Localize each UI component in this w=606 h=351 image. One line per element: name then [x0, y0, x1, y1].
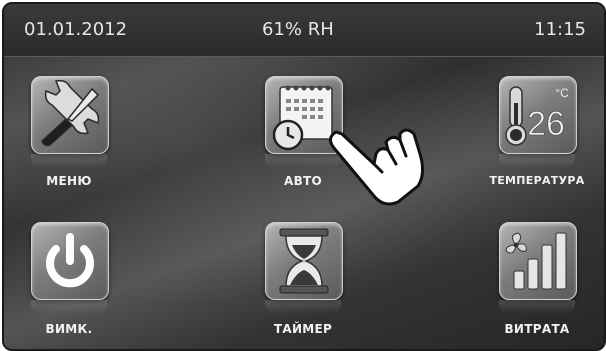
status-bar: 01.01.2012 61% RH 11:15 — [4, 4, 604, 57]
flow-button[interactable] — [499, 222, 577, 300]
status-humidity: 61% RH — [262, 19, 334, 40]
tools-icon — [41, 79, 100, 147]
temperature-label: ТЕМПЕРАТУРА — [489, 174, 585, 187]
device-screen: 01.01.2012 61% RH 11:15 МЕНЮ АВТО °C 26 … — [2, 2, 606, 351]
menu-label: МЕНЮ — [46, 174, 92, 188]
tile-reflection — [265, 300, 341, 314]
power-off-button[interactable] — [31, 222, 109, 300]
timer-label: ТАЙМЕР — [273, 322, 333, 336]
tile-reflection — [499, 300, 575, 314]
temperature-value: 26 — [527, 105, 565, 143]
temperature-unit: °C — [555, 86, 569, 100]
power-off-label: ВИМК. — [45, 322, 93, 336]
temperature-button[interactable]: °C 26 — [499, 76, 577, 154]
timer-button[interactable] — [265, 222, 343, 300]
thermometer-icon: °C 26 — [505, 86, 569, 146]
hourglass-icon — [279, 228, 329, 294]
tile-reflection — [499, 154, 575, 168]
flow-label: ВИТРАТА — [504, 322, 570, 336]
power-icon — [46, 233, 94, 288]
tile-reflection — [31, 300, 107, 314]
hand-pointer-icon — [329, 128, 425, 206]
menu-button[interactable] — [31, 76, 109, 154]
status-time: 11:15 — [534, 19, 586, 40]
fan-bars-icon — [505, 232, 567, 290]
status-date: 01.01.2012 — [24, 19, 128, 40]
tile-reflection — [31, 154, 107, 168]
